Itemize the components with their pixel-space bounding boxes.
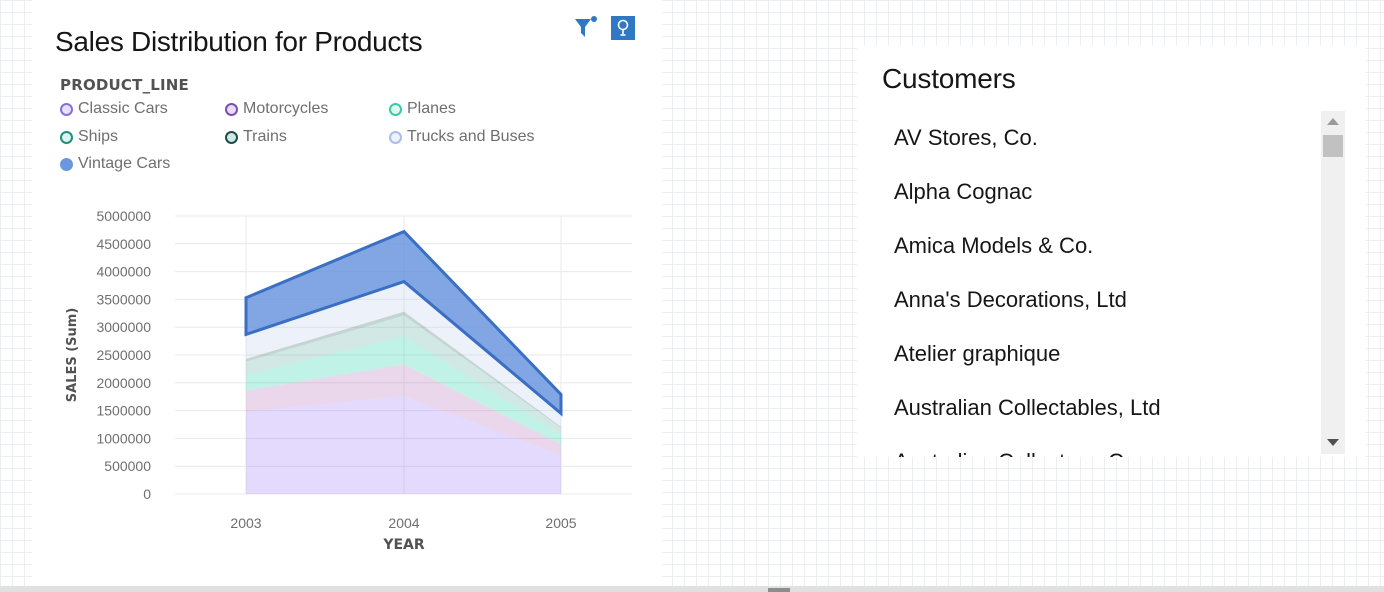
y-tick-label: 1500000	[96, 403, 151, 419]
y-tick-label: 0	[143, 486, 151, 502]
y-tick-label: 1000000	[96, 430, 151, 446]
y-tick-label: 3000000	[96, 319, 151, 335]
y-tick-label: 2000000	[96, 375, 151, 391]
y-axis-title: SALES (Sum)	[65, 308, 80, 403]
list-item[interactable]: Atelier graphique	[874, 327, 1346, 381]
scroll-up-arrow-icon[interactable]	[1327, 118, 1339, 125]
area-layer	[244, 229, 563, 494]
y-tick-label: 2500000	[96, 347, 151, 363]
x-axis-title: YEAR	[382, 537, 425, 553]
list-item[interactable]: Anna's Decorations, Ltd	[874, 273, 1346, 327]
bottom-splitter-bar	[0, 586, 1384, 592]
y-tick-label: 3500000	[96, 291, 151, 307]
x-tick-label: 2005	[545, 515, 576, 531]
customers-panel: Customers AV Stores, Co. Alpha Cognac Am…	[857, 45, 1365, 457]
sales-chart-panel: Sales Distribution for Products PRODUCT_…	[32, 0, 662, 586]
customers-title: Customers	[882, 63, 1016, 94]
list-scrollbar[interactable]	[1321, 111, 1345, 454]
scroll-thumb[interactable]	[1323, 135, 1343, 157]
splitter-handle[interactable]	[768, 588, 790, 592]
list-item[interactable]: Amica Models & Co.	[874, 219, 1346, 273]
list-item[interactable]: Australian Collectables, Ltd	[874, 381, 1346, 435]
list-item[interactable]: Australian Collectors, Co.	[874, 435, 1346, 457]
y-tick-label: 5000000	[96, 208, 151, 224]
x-tick-label: 2004	[388, 515, 419, 531]
customers-list[interactable]: AV Stores, Co. Alpha Cognac Amica Models…	[874, 111, 1346, 457]
x-tick-label: 2003	[230, 515, 261, 531]
y-tick-label: 4500000	[96, 236, 151, 252]
area-chart: 0 500000 1000000 1500000 2000000 2500000 30000…	[65, 208, 632, 553]
list-item[interactable]: Alpha Cognac	[874, 165, 1346, 219]
list-item[interactable]: AV Stores, Co.	[874, 111, 1346, 165]
y-tick-label: 4000000	[96, 264, 151, 280]
scroll-down-arrow-icon[interactable]	[1327, 439, 1339, 446]
y-tick-label: 500000	[104, 458, 151, 474]
